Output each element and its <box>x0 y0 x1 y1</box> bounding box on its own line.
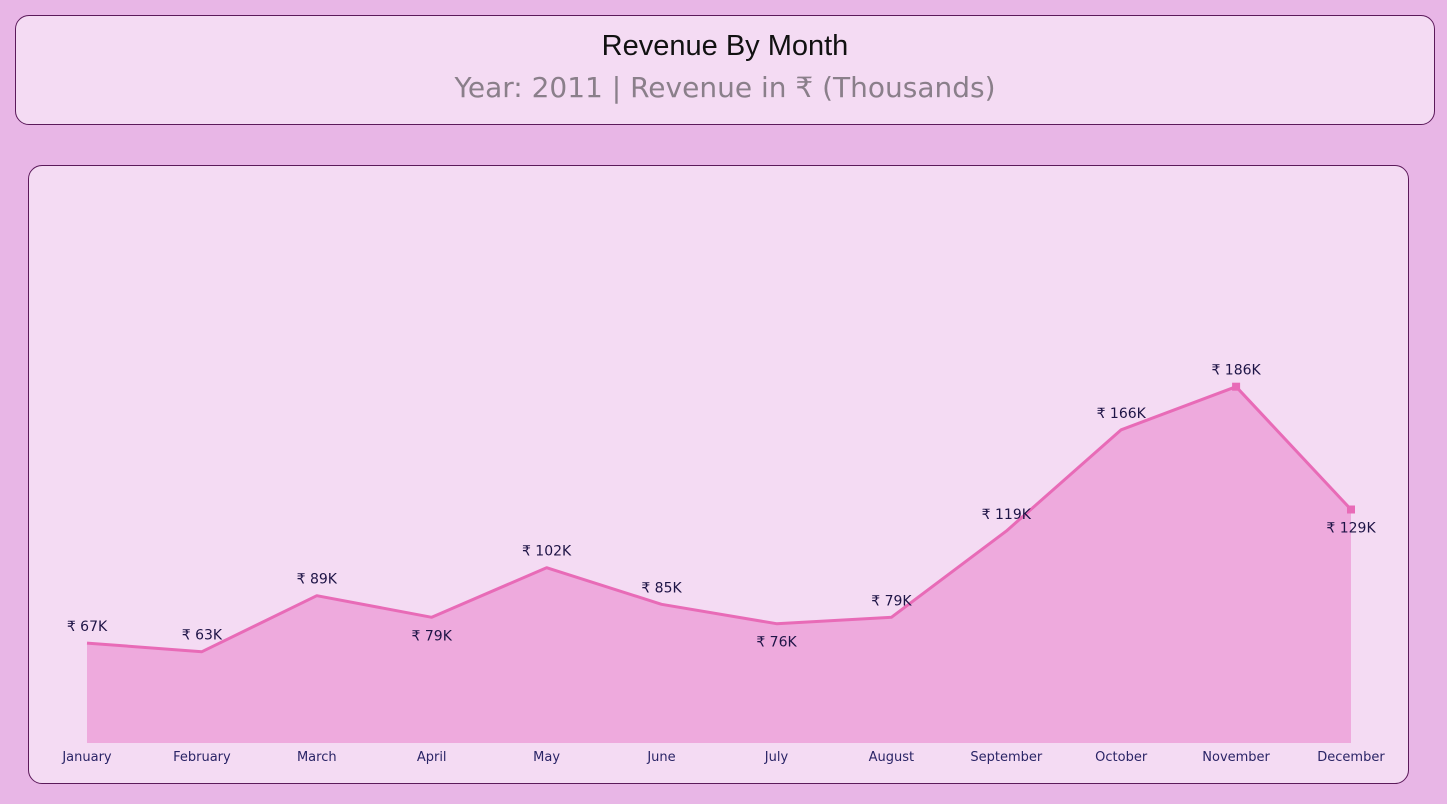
x-tick-february: February <box>173 750 231 765</box>
chart-card: ₹ 67K ₹ 63K ₹ 89K ₹ 79K ₹ 102K ₹ 85K ₹ 76K ₹ 79… <box>28 165 1409 784</box>
x-tick-april: April <box>417 750 447 765</box>
revenue-area-chart[interactable]: ₹ 67K ₹ 63K ₹ 89K ₹ 79K ₹ 102K ₹ 85K ₹ 76K ₹ 79… <box>29 166 1410 785</box>
x-tick-september: September <box>970 750 1043 765</box>
data-label-december: ₹ 129K <box>1326 521 1376 537</box>
chart-title: Revenue By Month <box>601 30 849 62</box>
data-label-february: ₹ 63K <box>182 628 223 644</box>
data-label-april: ₹ 79K <box>412 628 453 644</box>
header-card: Revenue By Month Year: 2011 | Revenue in… <box>15 15 1435 125</box>
data-label-march: ₹ 89K <box>297 572 338 588</box>
data-label-october: ₹ 166K <box>1097 406 1147 422</box>
data-label-august: ₹ 79K <box>871 593 912 609</box>
x-tick-june: June <box>646 750 675 765</box>
data-label-november: ₹ 186K <box>1211 363 1261 379</box>
x-tick-november: November <box>1202 750 1270 765</box>
data-label-july: ₹ 76K <box>756 635 797 651</box>
x-tick-january: January <box>61 750 112 765</box>
x-tick-may: May <box>533 750 560 765</box>
data-marker-december[interactable] <box>1347 505 1355 514</box>
data-label-june: ₹ 85K <box>641 580 682 596</box>
chart-subtitle: Year: 2011 | Revenue in ₹ (Thousands) <box>454 71 996 104</box>
data-label-january: ₹ 67K <box>67 619 108 635</box>
x-tick-march: March <box>297 750 337 765</box>
x-tick-october: October <box>1095 750 1148 765</box>
data-label-may: ₹ 102K <box>522 544 572 560</box>
data-marker-november[interactable] <box>1232 382 1241 391</box>
x-tick-december: December <box>1317 750 1385 765</box>
x-tick-august: August <box>869 750 915 765</box>
x-tick-july: July <box>764 750 789 765</box>
revenue-area-fill <box>87 386 1351 743</box>
data-label-september: ₹ 119K <box>982 507 1032 523</box>
